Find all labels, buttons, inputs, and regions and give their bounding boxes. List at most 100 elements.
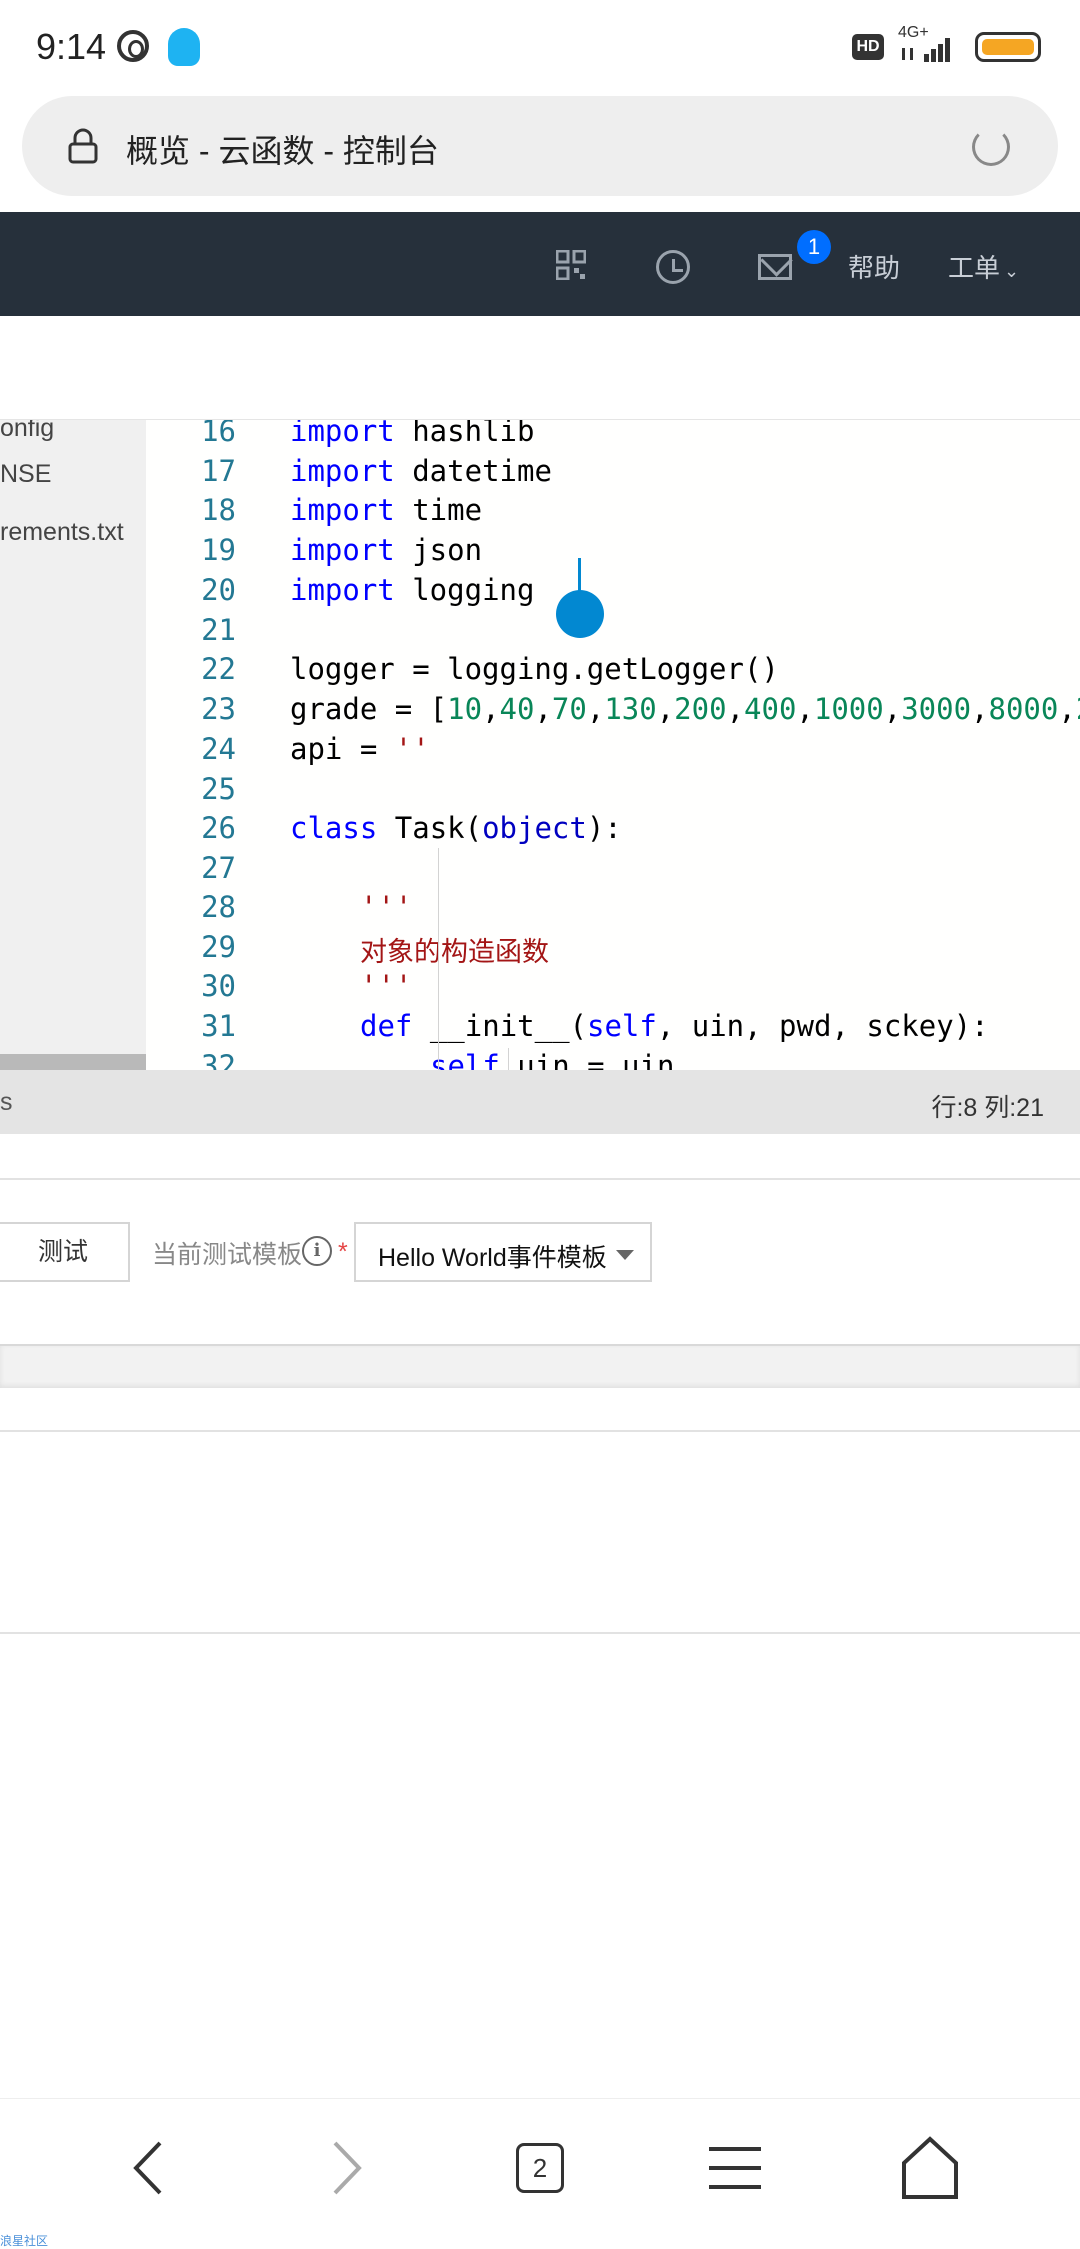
indent-guide bbox=[508, 1048, 509, 1070]
number-literal: 1000 bbox=[813, 692, 884, 726]
punctuation: ): bbox=[586, 811, 622, 845]
code-line: 30 ''' bbox=[146, 969, 1080, 1009]
line-number: 24 bbox=[201, 732, 236, 766]
file-tree-item[interactable]: onfig bbox=[0, 420, 54, 443]
cursor-drag-handle[interactable] bbox=[556, 590, 604, 638]
console-top-nav: 1 帮助 工单 ⌄ bbox=[0, 212, 1080, 316]
keyword: self bbox=[587, 1009, 657, 1043]
code-text: import logging bbox=[290, 573, 534, 607]
line-number: 29 bbox=[201, 930, 236, 964]
code-text: api = '' bbox=[290, 732, 430, 766]
divider bbox=[0, 1632, 1080, 1634]
assignment: .uin = uin bbox=[499, 1049, 675, 1070]
battery-level bbox=[982, 39, 1034, 55]
file-tree: onfig NSE rements.txt bbox=[0, 420, 146, 1070]
line-number: 17 bbox=[201, 454, 236, 488]
caret-down-icon bbox=[616, 1250, 634, 1260]
builtin-name: object bbox=[482, 811, 587, 845]
grade-prefix: grade = [ bbox=[290, 692, 448, 726]
template-select[interactable]: Hello World事件模板 bbox=[354, 1222, 652, 1282]
code-line: 16 import hashlib bbox=[146, 420, 1080, 454]
line-number: 23 bbox=[201, 692, 236, 726]
line-number: 31 bbox=[201, 1009, 236, 1043]
file-tree-scrollbar[interactable] bbox=[0, 1054, 146, 1070]
divider bbox=[0, 1430, 1080, 1432]
string-literal: '' bbox=[394, 732, 430, 766]
number-literal: 400 bbox=[744, 692, 797, 726]
code-line: 23 grade = [10,40,70,130,200,400,1000,300… bbox=[146, 692, 1080, 732]
code-line: 22 logger = logging.getLogger() bbox=[146, 652, 1080, 692]
indent-guide bbox=[438, 848, 439, 1070]
tab-count: 2 bbox=[516, 2143, 564, 2193]
history-clock-icon[interactable] bbox=[656, 250, 690, 284]
template-label: 当前测试模板 bbox=[152, 1241, 303, 1269]
number-literal: 200 bbox=[674, 692, 727, 726]
test-button[interactable]: 测试 bbox=[0, 1222, 130, 1282]
reload-icon[interactable] bbox=[972, 128, 1010, 166]
tabs-button[interactable]: 2 bbox=[500, 2133, 580, 2203]
api-prefix: api = bbox=[290, 732, 395, 766]
info-icon[interactable]: i bbox=[302, 1236, 332, 1266]
forward-icon[interactable] bbox=[305, 2133, 385, 2203]
code-line: 26 class Task(object): bbox=[146, 811, 1080, 851]
line-number: 25 bbox=[201, 772, 236, 806]
line-number: 27 bbox=[201, 851, 236, 885]
ticket-menu[interactable]: 工单 ⌄ bbox=[948, 248, 1019, 285]
code-text: import time bbox=[290, 493, 482, 527]
line-number: 21 bbox=[201, 613, 236, 647]
module-name: logging bbox=[394, 573, 535, 607]
page-title: 概览 - 云函数 - 控制台 bbox=[126, 133, 439, 169]
keyword: import bbox=[290, 420, 395, 448]
qq-penguin-icon bbox=[168, 28, 200, 66]
line-number: 28 bbox=[201, 890, 236, 924]
number-literal: 40 bbox=[499, 692, 535, 726]
code-text: import hashlib bbox=[290, 420, 534, 448]
docstring-text: 对象的构造函数 bbox=[360, 937, 549, 968]
number-literal: 70 bbox=[551, 692, 587, 726]
signal-strength-icon bbox=[902, 38, 950, 62]
line-number: 16 bbox=[201, 420, 236, 448]
line-number: 19 bbox=[201, 533, 236, 567]
address-bar[interactable]: 概览 - 云函数 - 控制台 bbox=[22, 96, 1058, 196]
code-line: 25 bbox=[146, 772, 1080, 812]
docstring-quotes: ''' bbox=[360, 969, 413, 1003]
code-line: 24 api = '' bbox=[146, 732, 1080, 772]
keyword: import bbox=[290, 533, 395, 567]
lock-icon bbox=[68, 128, 98, 164]
number-literal: 8000 bbox=[988, 692, 1059, 726]
back-icon[interactable] bbox=[110, 2133, 190, 2203]
battery-icon bbox=[975, 32, 1041, 62]
panel-separator bbox=[0, 1344, 1080, 1388]
code-text: logger = logging.getLogger() bbox=[290, 652, 779, 686]
code-line: 19 import json bbox=[146, 533, 1080, 573]
netease-music-icon bbox=[117, 30, 149, 62]
ticket-label: 工单 bbox=[948, 253, 1001, 283]
unread-badge: 1 bbox=[797, 230, 831, 264]
mail-icon[interactable] bbox=[758, 254, 792, 280]
code-text: import datetime bbox=[290, 454, 552, 488]
module-name: datetime bbox=[394, 454, 552, 488]
code-line: 32 self.uin = uin bbox=[146, 1049, 1080, 1070]
help-link[interactable]: 帮助 bbox=[848, 248, 900, 285]
keyword: import bbox=[290, 573, 395, 607]
code-text: self.uin = uin bbox=[430, 1049, 674, 1070]
menu-icon[interactable] bbox=[695, 2133, 775, 2203]
keyword: import bbox=[290, 454, 395, 488]
file-tree-item[interactable]: NSE bbox=[0, 460, 51, 489]
code-line: 20 import logging bbox=[146, 573, 1080, 613]
qr-code-icon[interactable] bbox=[556, 250, 586, 280]
module-name: hashlib bbox=[394, 420, 535, 448]
line-number: 32 bbox=[201, 1049, 236, 1070]
module-name: json bbox=[394, 533, 483, 567]
code-line: 31 def __init__(self, uin, pwd, sckey): bbox=[146, 1009, 1080, 1049]
class-name: Task( bbox=[377, 811, 483, 845]
file-tree-item[interactable]: rements.txt bbox=[0, 518, 124, 547]
line-number: 20 bbox=[201, 573, 236, 607]
required-mark: * bbox=[338, 1238, 348, 1266]
code-editor[interactable]: 16 import hashlib 17 import datetime 18 imp… bbox=[146, 420, 1080, 1070]
line-number: 30 bbox=[201, 969, 236, 1003]
line-number: 22 bbox=[201, 652, 236, 686]
home-icon[interactable] bbox=[890, 2133, 970, 2203]
status-bar: 9:14 HD 4G+ bbox=[0, 0, 1080, 92]
chevron-down-icon: ⌄ bbox=[1004, 261, 1020, 281]
